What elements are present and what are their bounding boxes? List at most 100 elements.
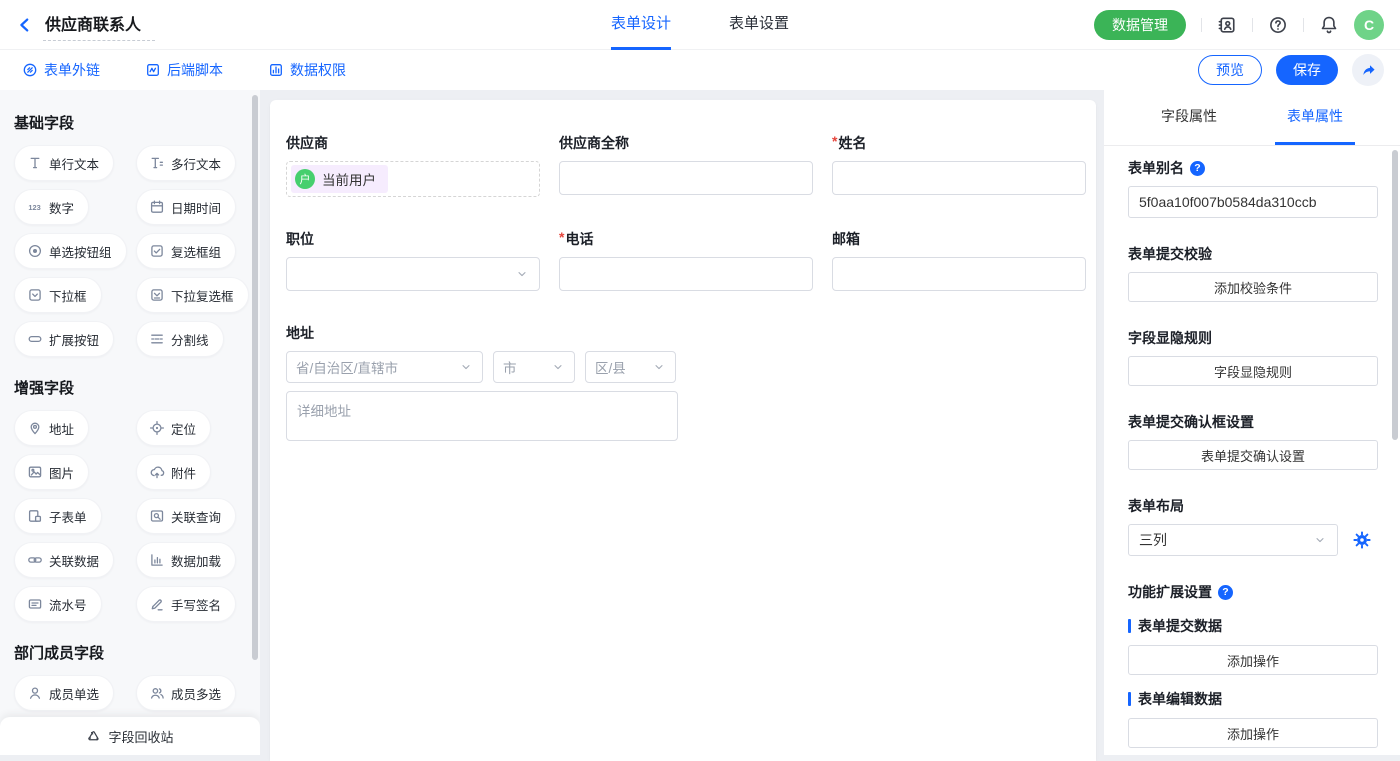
toolbar-link-backend-script[interactable]: 后端脚本 — [145, 60, 223, 80]
panel-section-submit-confirm: 表单提交确认框设置表单提交确认设置 — [1128, 412, 1378, 470]
field-pill-member-single[interactable]: 成员单选 — [14, 675, 114, 711]
member-single-icon — [27, 685, 43, 701]
name-input[interactable] — [832, 161, 1086, 195]
save-button[interactable]: 保存 — [1276, 55, 1338, 85]
form-toolbar: 表单外链 后端脚本 数据权限 预览 保存 — [0, 50, 1400, 90]
field-pill-signature[interactable]: 手写签名 — [136, 586, 236, 622]
field-pill-radio-group[interactable]: 单选按钮组 — [14, 233, 127, 269]
panel-tab-field-props[interactable]: 字段属性 — [1149, 90, 1229, 145]
subform-icon — [27, 508, 43, 524]
toolbar-link-data-permission[interactable]: 数据权限 — [268, 60, 346, 80]
form-field-phone[interactable]: *电话 — [559, 229, 813, 291]
panel-section-heading: 表单别名? — [1128, 158, 1378, 178]
field-pill-label: 日期时间 — [171, 198, 221, 217]
data-manage-button[interactable]: 数据管理 — [1094, 10, 1186, 40]
field-pill-label: 单行文本 — [49, 154, 99, 173]
field-pill-address[interactable]: 地址 — [14, 410, 89, 446]
share-button[interactable] — [1352, 54, 1384, 86]
supplier-fullname-input[interactable] — [559, 161, 813, 195]
phone-input[interactable] — [559, 257, 813, 291]
panel-scrollbar[interactable] — [1392, 150, 1398, 440]
sidebar-scrollbar[interactable] — [252, 95, 258, 660]
position-select[interactable] — [286, 257, 540, 291]
recycle-icon — [86, 729, 101, 744]
svg-text:123: 123 — [28, 203, 40, 212]
field-pill-label: 关联数据 — [49, 551, 99, 570]
page-title[interactable]: 供应商联系人 — [43, 9, 155, 41]
address-detail-textarea[interactable]: 详细地址 — [286, 391, 678, 441]
gear-icon[interactable] — [1346, 524, 1378, 556]
back-icon[interactable] — [16, 16, 34, 34]
main-tab-design[interactable]: 表单设计 — [611, 0, 671, 50]
recycle-label: 字段回收站 — [108, 727, 173, 746]
supplier-field[interactable]: 户当前用户 — [286, 161, 540, 197]
field-pill-label: 关联查询 — [171, 507, 221, 526]
sidebar-section-title: 增强字段 — [14, 377, 260, 398]
submit-validation-button[interactable]: 添加校验条件 — [1128, 272, 1378, 302]
field-pill-number[interactable]: 123 数字 — [14, 189, 89, 225]
question-icon[interactable] — [1268, 15, 1288, 35]
field-pill-member-multi[interactable]: 成员多选 — [136, 675, 236, 711]
current-user-tag[interactable]: 户当前用户 — [291, 165, 388, 193]
chevron-down-icon — [459, 360, 473, 374]
panel-section-heading: 功能扩展设置? — [1128, 582, 1378, 602]
toolbar-link-external-link[interactable]: 表单外链 — [22, 60, 100, 80]
field-pill-multi-select[interactable]: 下拉复选框 — [136, 277, 249, 313]
field-pill-linked-query[interactable]: 关联查询 — [136, 498, 236, 534]
field-pill-serial-number[interactable]: 流水号 — [14, 586, 102, 622]
edit-data-add-button[interactable]: 添加操作 — [1128, 718, 1378, 748]
edit-data-subheading: 表单编辑数据 — [1128, 689, 1378, 709]
form-alias-input[interactable] — [1128, 186, 1378, 218]
field-pill-text-multi[interactable]: 多行文本 — [136, 145, 236, 181]
field-pill-locate[interactable]: 定位 — [136, 410, 211, 446]
form-field-supplier[interactable]: 供应商户当前用户 — [286, 133, 540, 197]
email-label: 邮箱 — [832, 229, 1086, 249]
address-book-icon[interactable] — [1217, 15, 1237, 35]
button-icon — [27, 331, 43, 347]
address-city-select[interactable]: 市 — [493, 351, 575, 383]
field-pill-data-load[interactable]: 数据加载 — [136, 542, 236, 578]
panel-tab-form-props[interactable]: 表单属性 — [1275, 90, 1355, 145]
field-pill-attachment[interactable]: 附件 — [136, 454, 211, 490]
field-pill-select[interactable]: 下拉框 — [14, 277, 102, 313]
panel-section-heading: 表单布局 — [1128, 496, 1378, 516]
sidebar-section-title: 部门成员字段 — [14, 642, 260, 663]
form-layout-select[interactable]: 三列 — [1128, 524, 1338, 556]
form-field-supplier-fullname[interactable]: 供应商全称 — [559, 133, 813, 197]
field-recycle-bin[interactable]: 字段回收站 — [0, 717, 260, 755]
field-pill-label: 数字 — [49, 198, 74, 217]
address-province-select[interactable]: 省/自治区/直辖市 — [286, 351, 483, 383]
form-field-name[interactable]: *姓名 — [832, 133, 1086, 197]
field-pill-subform[interactable]: 子表单 — [14, 498, 102, 534]
form-field-position[interactable]: 职位 — [286, 229, 540, 291]
bell-icon[interactable] — [1319, 15, 1339, 35]
form-field-email[interactable]: 邮箱 — [832, 229, 1086, 291]
main-tab-settings[interactable]: 表单设置 — [729, 0, 789, 50]
field-pill-text-single[interactable]: 单行文本 — [14, 145, 114, 181]
field-pill-datetime[interactable]: 日期时间 — [136, 189, 236, 225]
member-multi-icon — [149, 685, 165, 701]
address-district-select[interactable]: 区/县 — [585, 351, 676, 383]
submit-data-add-button[interactable]: 添加操作 — [1128, 645, 1378, 675]
field-pill-label: 流水号 — [49, 595, 87, 614]
form-field-address[interactable]: 地址省/自治区/直辖市市区/县详细地址 — [286, 323, 813, 441]
datetime-icon — [149, 199, 165, 215]
field-pill-divider[interactable]: 分割线 — [136, 321, 224, 357]
field-pill-label: 数据加载 — [171, 551, 221, 570]
field-pill-label: 成员多选 — [171, 684, 221, 703]
help-icon[interactable]: ? — [1218, 585, 1233, 600]
field-pill-ext-button[interactable]: 扩展按钮 — [14, 321, 114, 357]
panel-section-heading: 表单提交确认框设置 — [1128, 412, 1378, 432]
linked-data-icon — [27, 552, 43, 568]
email-input[interactable] — [832, 257, 1086, 291]
multi-select-icon — [149, 287, 165, 303]
field-pill-checkbox-group[interactable]: 复选框组 — [136, 233, 236, 269]
field-visibility-button[interactable]: 字段显隐规则 — [1128, 356, 1378, 386]
preview-button[interactable]: 预览 — [1198, 55, 1262, 85]
field-pill-image[interactable]: 图片 — [14, 454, 89, 490]
submit-confirm-button[interactable]: 表单提交确认设置 — [1128, 440, 1378, 470]
avatar[interactable]: C — [1354, 10, 1384, 40]
supplier-label: 供应商 — [286, 133, 540, 153]
field-pill-linked-data[interactable]: 关联数据 — [14, 542, 114, 578]
help-icon[interactable]: ? — [1190, 161, 1205, 176]
